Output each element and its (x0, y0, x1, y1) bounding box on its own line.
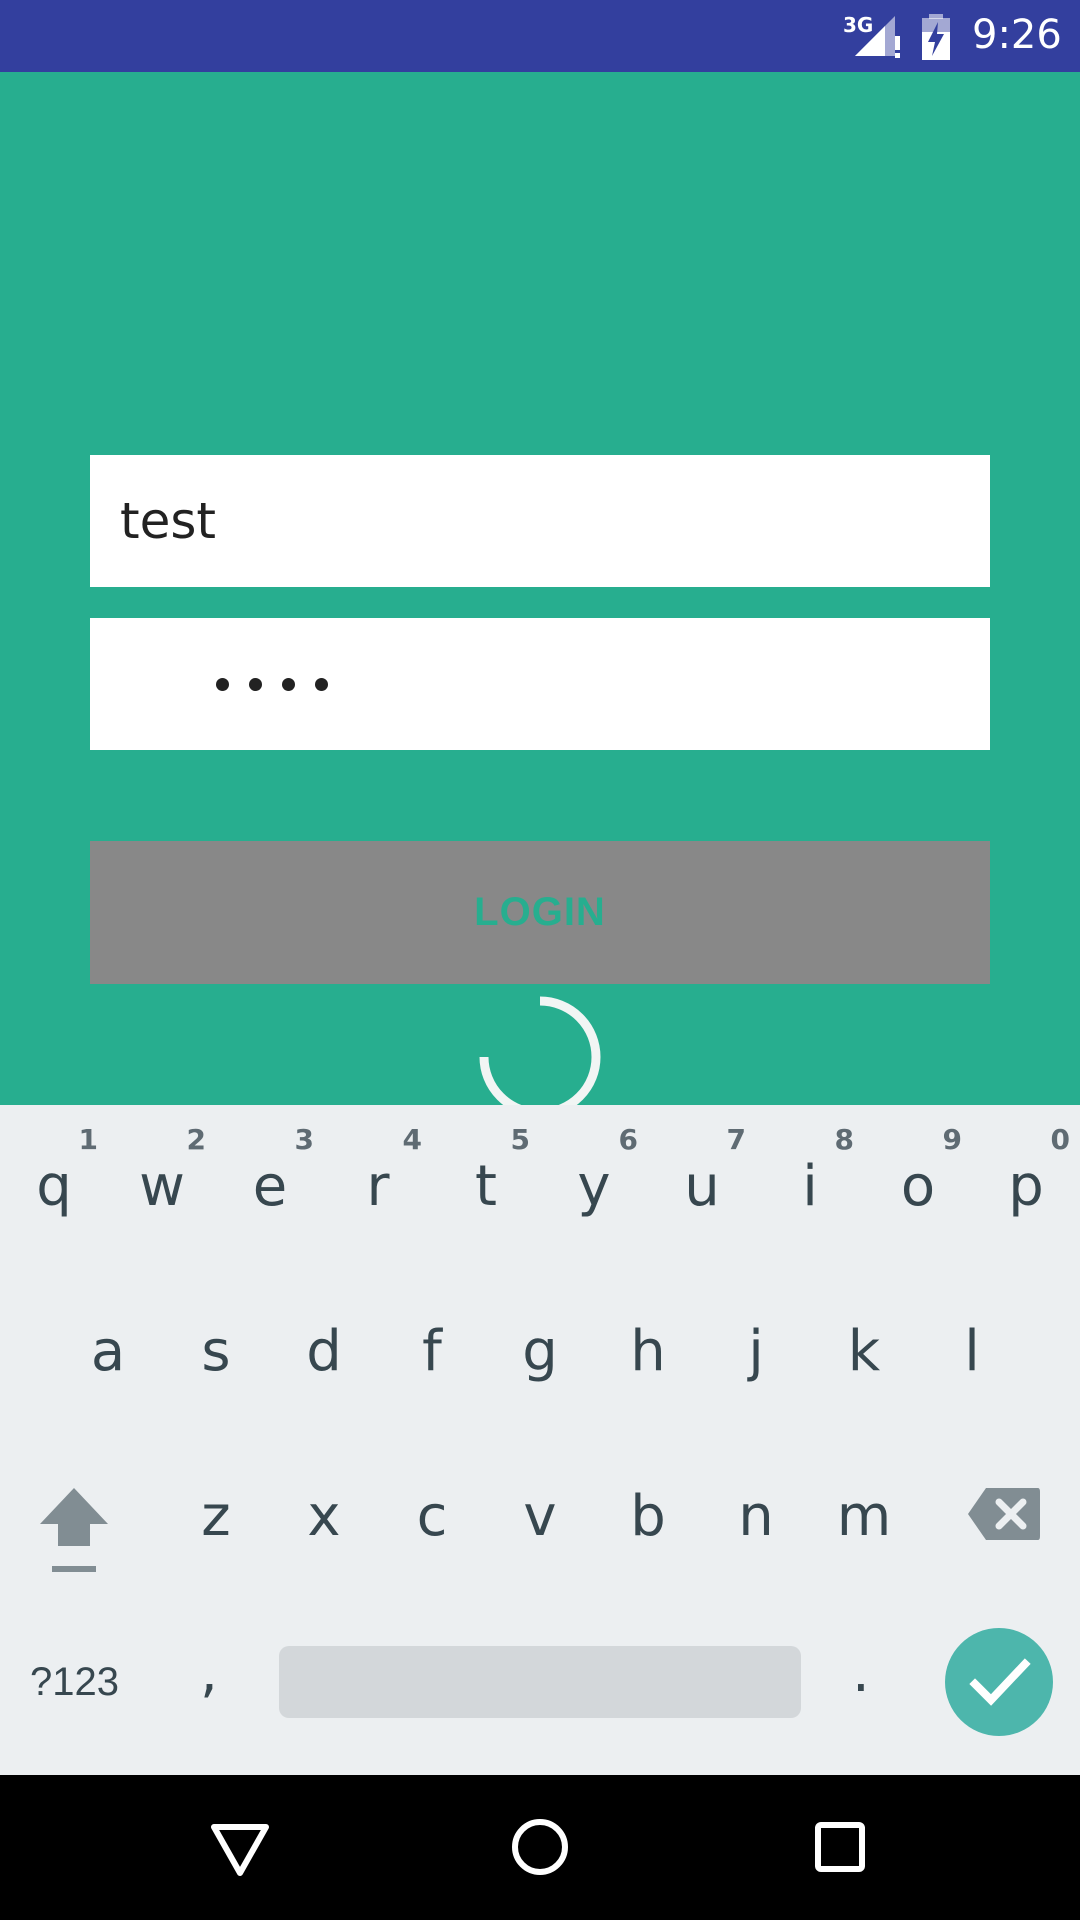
key-y[interactable]: y6 (540, 1105, 648, 1270)
key-label: q (36, 1154, 72, 1219)
key-b[interactable]: b (594, 1435, 702, 1600)
key-label: k (847, 1319, 881, 1384)
key-number-hint: 9 (942, 1123, 962, 1156)
key-label: z (201, 1484, 231, 1549)
password-mask (216, 618, 328, 750)
key-number-hint: 6 (618, 1123, 638, 1156)
key-d[interactable]: d (270, 1270, 378, 1435)
key-label: u (684, 1154, 720, 1219)
key-number-hint: 8 (834, 1123, 854, 1156)
key-m[interactable]: m (810, 1435, 918, 1600)
key-number-hint: 0 (1050, 1123, 1070, 1156)
key-label: o (900, 1154, 936, 1219)
home-icon[interactable] (480, 1775, 600, 1920)
keyboard-row-2: asdfghjkl (0, 1270, 1080, 1435)
key-h[interactable]: h (594, 1270, 702, 1435)
password-dot (315, 677, 328, 691)
password-dot (249, 677, 262, 691)
key-c[interactable]: c (378, 1435, 486, 1600)
key-w[interactable]: w2 (108, 1105, 216, 1270)
key-number-hint: 5 (510, 1123, 530, 1156)
checkmark-icon (969, 1658, 1031, 1706)
signal-icon (855, 16, 900, 58)
key-v[interactable]: v (486, 1435, 594, 1600)
username-value[interactable]: test (120, 455, 960, 587)
key-label: f (422, 1319, 442, 1384)
key-label: a (90, 1319, 126, 1384)
period-key[interactable]: . (852, 1640, 870, 1705)
key-e[interactable]: e3 (216, 1105, 324, 1270)
status-bar: 3G 9:26 (0, 0, 1080, 72)
key-p[interactable]: p0 (972, 1105, 1080, 1270)
keyboard-row-1: q1w2e3r4t5y6u7i8o9p0 (0, 1105, 1080, 1270)
key-x[interactable]: x (270, 1435, 378, 1600)
key-r[interactable]: r4 (324, 1105, 432, 1270)
key-j[interactable]: j (702, 1270, 810, 1435)
key-f[interactable]: f (378, 1270, 486, 1435)
symbols-key[interactable]: ?123 (30, 1660, 119, 1705)
key-a[interactable]: a (54, 1270, 162, 1435)
navigation-bar (0, 1775, 1080, 1920)
key-label: j (748, 1319, 764, 1384)
recents-icon[interactable] (780, 1775, 900, 1920)
key-number-hint: 3 (294, 1123, 314, 1156)
key-number-hint: 2 (186, 1123, 206, 1156)
shift-icon[interactable] (38, 1486, 110, 1576)
space-key[interactable] (279, 1646, 801, 1718)
key-label: i (802, 1154, 818, 1219)
key-label: g (522, 1319, 558, 1384)
key-label: m (836, 1484, 892, 1549)
key-label: v (523, 1484, 557, 1549)
key-o[interactable]: o9 (864, 1105, 972, 1270)
key-label: e (252, 1154, 288, 1219)
key-label: x (307, 1484, 341, 1549)
key-label: w (139, 1154, 185, 1219)
battery-charging-icon (922, 14, 950, 60)
password-dot (282, 677, 295, 691)
key-n[interactable]: n (702, 1435, 810, 1600)
key-label: d (306, 1319, 342, 1384)
key-label: c (416, 1484, 448, 1549)
key-g[interactable]: g (486, 1270, 594, 1435)
key-label: l (964, 1319, 980, 1384)
key-label: y (577, 1154, 611, 1219)
back-icon[interactable] (180, 1775, 300, 1920)
password-field[interactable] (90, 618, 990, 750)
key-t[interactable]: t5 (432, 1105, 540, 1270)
key-z[interactable]: z (162, 1435, 270, 1600)
password-dot (216, 677, 229, 691)
key-s[interactable]: s (162, 1270, 270, 1435)
enter-key[interactable] (945, 1628, 1053, 1736)
key-number-hint: 4 (402, 1123, 422, 1156)
key-i[interactable]: i8 (756, 1105, 864, 1270)
comma-key[interactable]: , (200, 1640, 218, 1705)
clock: 9:26 (972, 12, 1062, 58)
login-button[interactable]: LOGIN (90, 841, 990, 984)
loading-spinner-icon (479, 996, 601, 1118)
key-label: h (630, 1319, 666, 1384)
key-u[interactable]: u7 (648, 1105, 756, 1270)
key-q[interactable]: q1 (0, 1105, 108, 1270)
key-label: b (630, 1484, 666, 1549)
key-label: t (475, 1154, 497, 1219)
key-k[interactable]: k (810, 1270, 918, 1435)
keyboard-row-3: z x c v b nm (0, 1435, 1080, 1600)
backspace-icon[interactable] (966, 1486, 1042, 1542)
key-label: s (201, 1319, 231, 1384)
key-label: n (738, 1484, 774, 1549)
key-number-hint: 7 (726, 1123, 746, 1156)
key-number-hint: 1 (78, 1123, 98, 1156)
username-field[interactable]: test (90, 455, 990, 587)
key-label: r (366, 1154, 390, 1219)
key-label: p (1008, 1154, 1044, 1219)
key-l[interactable]: l (918, 1270, 1026, 1435)
